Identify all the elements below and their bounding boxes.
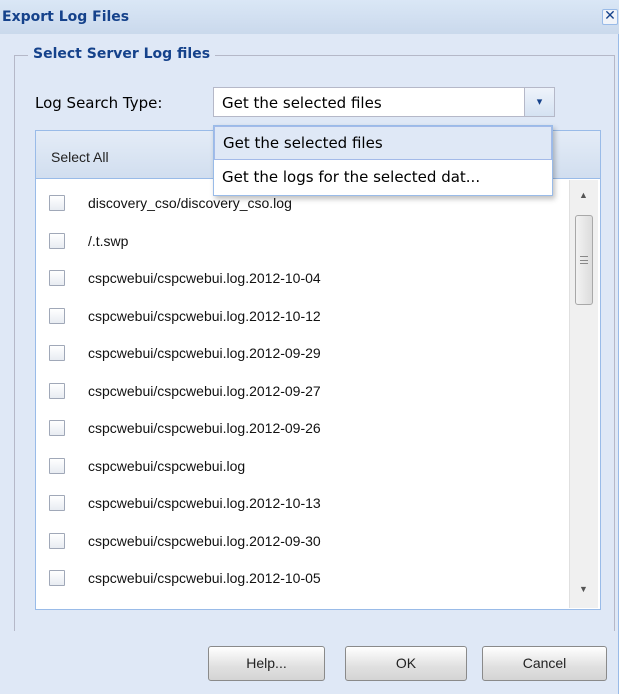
cancel-button[interactable]: Cancel [482, 646, 607, 681]
table-row[interactable]: cspcwebui/cspcwebui.log.2012-10-04 [36, 261, 570, 299]
combo-value: Get the selected files [222, 94, 382, 112]
grid-rows: discovery_cso/discovery_cso.log /.t.swp … [36, 186, 570, 606]
table-row[interactable]: cspcwebui/cspcwebui.log.2012-10-13 [36, 486, 570, 524]
row-checkbox[interactable] [49, 532, 65, 549]
dialog-titlebar: Export Log Files ✕ [0, 0, 619, 34]
search-type-dropdown-list: Get the selected files Get the logs for … [213, 125, 553, 196]
table-row[interactable]: /.t.swp [36, 224, 570, 262]
table-row[interactable]: cspcwebui/cspcwebui.log.2012-09-30 [36, 524, 570, 562]
file-name: cspcwebui/cspcwebui.log.2012-09-27 [88, 382, 321, 399]
file-name: discovery_cso/discovery_cso.log [88, 195, 292, 211]
select-all-header[interactable]: Select All [51, 149, 109, 165]
table-row[interactable]: cspcwebui/cspcwebui.log.2012-10-05 [36, 561, 570, 599]
table-row[interactable]: cspcwebui/cspcwebui.log.2012-10-12 [36, 299, 570, 337]
file-name: cspcwebui/cspcwebui.log [88, 457, 246, 474]
table-row[interactable]: cspcwebui/cspcwebui.log [36, 449, 570, 487]
log-files-grid: Select All discovery_cso/discovery_cso.l… [35, 130, 601, 610]
file-name: cspcwebui/cspcwebui.log.2012-10-12 [88, 307, 321, 324]
help-button[interactable]: Help... [208, 646, 325, 681]
log-search-type-label: Log Search Type: [35, 94, 163, 112]
ok-button[interactable]: OK [345, 646, 467, 681]
row-checkbox[interactable] [49, 495, 65, 511]
file-name: cspcwebui/cspcwebui.log.2012-09-29 [88, 345, 321, 361]
vertical-scrollbar[interactable]: ▲ ▼ [569, 180, 598, 608]
row-checkbox[interactable] [49, 420, 65, 436]
table-row[interactable]: cspcwebui/cspcwebui.log.2012-09-27 [36, 374, 570, 412]
table-row[interactable]: cspcwebui/cspcwebui.log.2012-09-29 [36, 336, 570, 374]
export-log-dialog: Export Log Files ✕ Select Server Log fil… [0, 0, 619, 694]
dropdown-option[interactable]: Get the selected files [214, 126, 552, 160]
row-checkbox[interactable] [49, 232, 65, 249]
dialog-title: Export Log Files [2, 9, 130, 25]
row-checkbox[interactable] [49, 345, 65, 361]
file-name: cspcwebui/cspcwebui.log.2012-10-05 [88, 570, 321, 586]
row-checkbox[interactable] [49, 570, 65, 586]
file-name: cspcwebui/cspcwebui.log.2012-09-26 [88, 420, 321, 436]
file-name: cspcwebui/cspcwebui.log.2012-09-30 [88, 532, 321, 549]
scroll-down-icon[interactable]: ▼ [579, 584, 588, 594]
row-checkbox[interactable] [49, 457, 65, 474]
table-row[interactable]: cspcwebui/cspcwebui.log.2012-09-26 [36, 411, 570, 449]
file-name: /.t.swp [88, 232, 129, 249]
row-checkbox[interactable] [49, 382, 65, 399]
file-name: cspcwebui/cspcwebui.log.2012-10-13 [88, 495, 321, 511]
scrollbar-thumb[interactable] [575, 215, 593, 305]
scroll-up-icon[interactable]: ▲ [579, 190, 588, 200]
close-icon[interactable]: ✕ [602, 9, 618, 25]
row-checkbox[interactable] [49, 195, 65, 211]
grip-icon [580, 256, 588, 264]
dropdown-option[interactable]: Get the logs for the selected dat... [214, 161, 552, 195]
row-checkbox[interactable] [49, 307, 65, 324]
chevron-down-icon[interactable]: ▾ [524, 88, 554, 116]
file-name: cspcwebui/cspcwebui.log.2012-10-04 [88, 270, 321, 286]
fieldset-legend: Select Server Log files [28, 46, 216, 62]
log-search-type-combo[interactable]: Get the selected files ▾ [213, 87, 555, 117]
row-checkbox[interactable] [49, 270, 65, 286]
